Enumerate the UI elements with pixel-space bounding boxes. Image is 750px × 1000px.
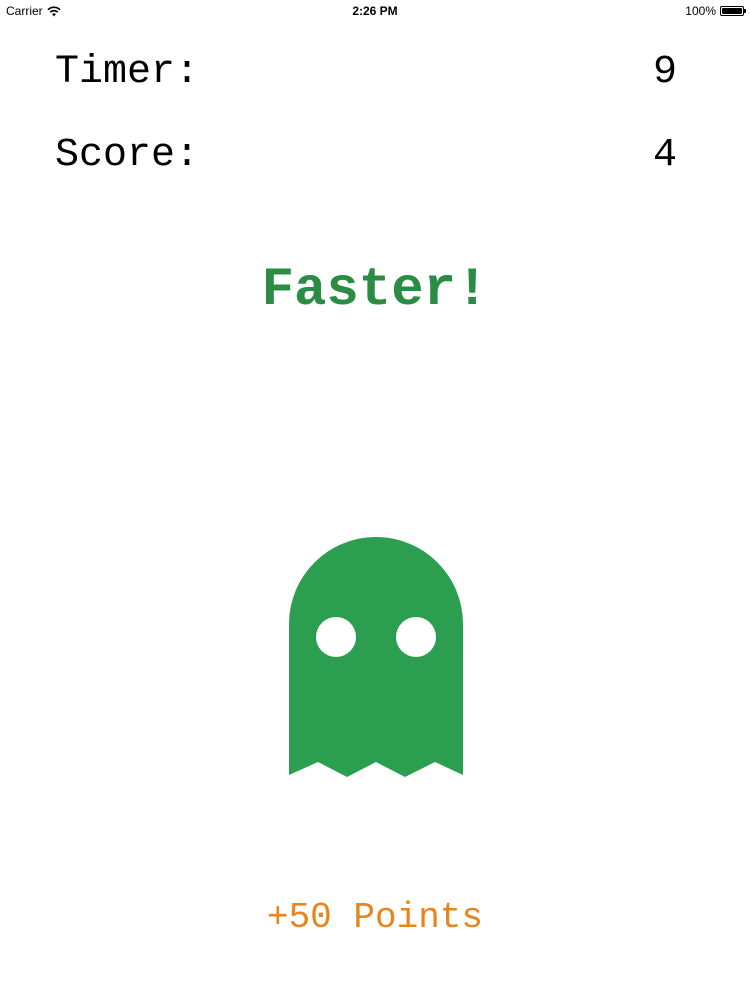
timer-value: 9: [652, 50, 677, 95]
points-popup: +50 Points: [266, 897, 484, 938]
timer-label: Timer:: [55, 50, 200, 95]
status-right: 100%: [685, 4, 746, 18]
battery-percent: 100%: [685, 4, 716, 18]
ghost-left-eye: [316, 617, 356, 657]
ghost-icon[interactable]: [289, 537, 463, 777]
ghost-right-eye: [396, 617, 436, 657]
status-bar: Carrier 2:26 PM 100%: [0, 0, 750, 22]
score-label: Score:: [55, 133, 200, 178]
battery-tip: [744, 9, 746, 13]
score-value: 4: [652, 133, 677, 178]
game-message: Faster!: [261, 260, 489, 321]
status-time: 2:26 PM: [352, 4, 398, 18]
battery-icon: [720, 6, 746, 16]
battery-level: [722, 8, 742, 14]
timer-row: Timer: 9: [55, 50, 677, 95]
ghost-body: [289, 537, 463, 777]
score-row: Score: 4: [55, 133, 677, 178]
